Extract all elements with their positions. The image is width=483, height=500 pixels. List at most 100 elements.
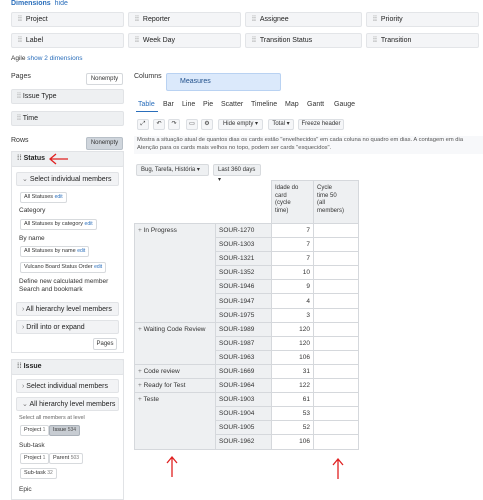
search-bookmark-link[interactable]: Search and bookmark (19, 286, 83, 293)
issue-row-header[interactable]: SOUR-1989 (215, 321, 272, 337)
issue-row-header[interactable]: SOUR-1947 (215, 293, 272, 309)
tab-pie[interactable]: Pie (203, 101, 213, 108)
page-time[interactable]: ⁞⁞ Time (11, 111, 124, 126)
drag-handle-icon: ⁞⁞ (135, 37, 139, 44)
dimension-project[interactable]: ⁞⁞ Project (11, 12, 124, 27)
annotation-arrow-left (48, 153, 68, 165)
select-all-at-level-label: Select all members at level (19, 415, 85, 421)
issue-row-header[interactable]: SOUR-1903 (215, 392, 272, 408)
status-row-header[interactable]: + Waiting Code Review (134, 321, 216, 365)
age-cell: 7 (271, 251, 314, 267)
issue-row-header[interactable]: SOUR-1352 (215, 265, 272, 281)
status-all-hierarchy[interactable]: › All hierarchy level members (16, 302, 119, 316)
chip-all-statuses-by-name[interactable]: All Statuses by name edit (20, 246, 90, 257)
dimensions-hide-link[interactable]: hide (55, 0, 68, 7)
hide-empty-dropdown[interactable]: Hide empty ▾ (218, 119, 263, 130)
tab-timeline[interactable]: Timeline (251, 101, 277, 108)
measures-box[interactable]: Measures (166, 73, 281, 91)
table-row: + Teste SOUR-1903 61 (134, 392, 359, 450)
cycle-time-cell (313, 349, 359, 365)
status-row-header[interactable]: + Code review (134, 363, 216, 380)
dimension-transition-status[interactable]: ⁞⁞ Transition Status (245, 33, 362, 48)
define-calculated-member-link[interactable]: Define new calculated member (19, 278, 108, 285)
issue-row-header[interactable]: SOUR-1303 (215, 237, 272, 253)
status-row-header[interactable]: + Teste (134, 392, 216, 450)
tab-gantt[interactable]: Gantt (307, 101, 324, 108)
dimension-reporter[interactable]: ⁞⁞ Reporter (128, 12, 241, 27)
tab-bar[interactable]: Bar (163, 101, 174, 108)
edit-link[interactable]: edit (94, 264, 102, 270)
status-select-individual[interactable]: ⌄ Select individual members (16, 172, 119, 186)
issue-row-header[interactable]: SOUR-1963 (215, 349, 272, 365)
agile-show-link[interactable]: show 2 dimensions (27, 55, 82, 62)
cycle-time-cell (313, 434, 359, 450)
dimension-transition[interactable]: ⁞⁞ Transition (366, 33, 479, 48)
age-cell: 3 (271, 307, 314, 323)
annotation-arrow-up-right (332, 457, 344, 479)
issue-row-header[interactable]: SOUR-1975 (215, 307, 272, 323)
issue-row-header[interactable]: SOUR-1669 (215, 363, 272, 380)
issue-row-header[interactable]: SOUR-1321 (215, 251, 272, 267)
issue-row-header[interactable]: SOUR-1946 (215, 279, 272, 295)
cycle-time-cell (313, 406, 359, 422)
chip-subtask[interactable]: Sub-task 32 (20, 468, 57, 479)
issue-dimension-header[interactable]: ⁞⁞ Issue (11, 359, 124, 375)
chip-issue-level[interactable]: Issue 534 (49, 425, 81, 436)
column-header-age[interactable]: Idade do card (cycle time) (271, 180, 314, 224)
issue-row-header[interactable]: SOUR-1904 (215, 406, 272, 422)
chip-project-level[interactable]: Project 1 (20, 425, 50, 436)
chip-all-statuses[interactable]: All Statuses edit (20, 192, 67, 203)
tab-scatter[interactable]: Scatter (221, 101, 243, 108)
edit-link[interactable]: edit (77, 248, 85, 254)
cycle-time-cell (313, 392, 359, 408)
issue-all-hierarchy[interactable]: ⌄ All hierarchy level members (16, 397, 119, 411)
edit-link[interactable]: edit (85, 221, 93, 227)
results-table: Idade do card (cycle time) Cycle time 50… (134, 180, 359, 450)
tab-table[interactable]: Table (138, 101, 155, 108)
tabs-divider (134, 111, 483, 112)
comment-icon[interactable]: ▭ (186, 119, 198, 130)
tab-line[interactable]: Line (182, 101, 195, 108)
status-row-header[interactable]: + Ready for Test (134, 378, 216, 394)
issue-row-header[interactable]: SOUR-1964 (215, 378, 272, 394)
pages-nonempty-button[interactable]: Nonempty (86, 73, 123, 85)
issue-row-header[interactable]: SOUR-1905 (215, 420, 272, 436)
undo-icon[interactable]: ↶ (153, 119, 165, 130)
edit-link[interactable]: edit (55, 194, 63, 200)
age-cell: 9 (271, 279, 314, 295)
chip-project-subtask[interactable]: Project 1 (20, 453, 50, 464)
cycle-time-cell (313, 237, 359, 253)
chip-vulcano-board[interactable]: Vulcano Board Status Order edit (20, 262, 107, 273)
chip-parent[interactable]: Parent 503 (49, 453, 84, 464)
table-header-row: Idade do card (cycle time) Cycle time 50… (134, 180, 359, 224)
period-filter[interactable]: Last 360 days ▾ (213, 164, 261, 183)
cycle-time-cell (313, 222, 359, 239)
issue-type-filter[interactable]: Bug, Tarefa, História ▾ (136, 164, 209, 176)
move-to-pages-button[interactable]: Pages (93, 338, 117, 350)
dimension-assignee[interactable]: ⁞⁞ Assignee (245, 12, 362, 27)
dimension-label[interactable]: ⁞⁞ Label (11, 33, 124, 48)
total-dropdown[interactable]: Total ▾ (268, 119, 294, 130)
issue-row-header[interactable]: SOUR-1270 (215, 222, 272, 239)
dimension-week-day[interactable]: ⁞⁞ Week Day (128, 33, 241, 48)
tab-map[interactable]: Map (285, 101, 299, 108)
age-cell: 61 (271, 392, 314, 408)
dimension-priority[interactable]: ⁞⁞ Priority (366, 12, 479, 27)
subtask-label: Sub-task (19, 442, 45, 449)
issue-select-individual[interactable]: › Select individual members (16, 379, 119, 393)
rows-nonempty-button[interactable]: Nonempty (86, 137, 123, 150)
settings-icon[interactable]: ⚙ (201, 119, 213, 130)
issue-row-header[interactable]: SOUR-1987 (215, 335, 272, 351)
freeze-header-button[interactable]: Freeze header (298, 119, 344, 130)
dimensions-header: Dimensions hide (11, 0, 68, 7)
redo-icon[interactable]: ↷ (168, 119, 180, 130)
tab-gauge[interactable]: Gauge (334, 101, 355, 108)
age-cell: 7 (271, 222, 314, 239)
status-row-header[interactable]: + In Progress (134, 223, 216, 323)
page-issue-type[interactable]: ⁞⁞ Issue Type (11, 89, 124, 104)
column-header-cycle-time[interactable]: Cycle time 50 (all members) (313, 180, 359, 224)
expand-icon[interactable]: ⤢ (137, 119, 149, 130)
chip-all-statuses-by-category[interactable]: All Statuses by category edit (20, 219, 97, 230)
status-drill-expand[interactable]: › Drill into or expand (16, 320, 119, 334)
issue-row-header[interactable]: SOUR-1962 (215, 434, 272, 450)
